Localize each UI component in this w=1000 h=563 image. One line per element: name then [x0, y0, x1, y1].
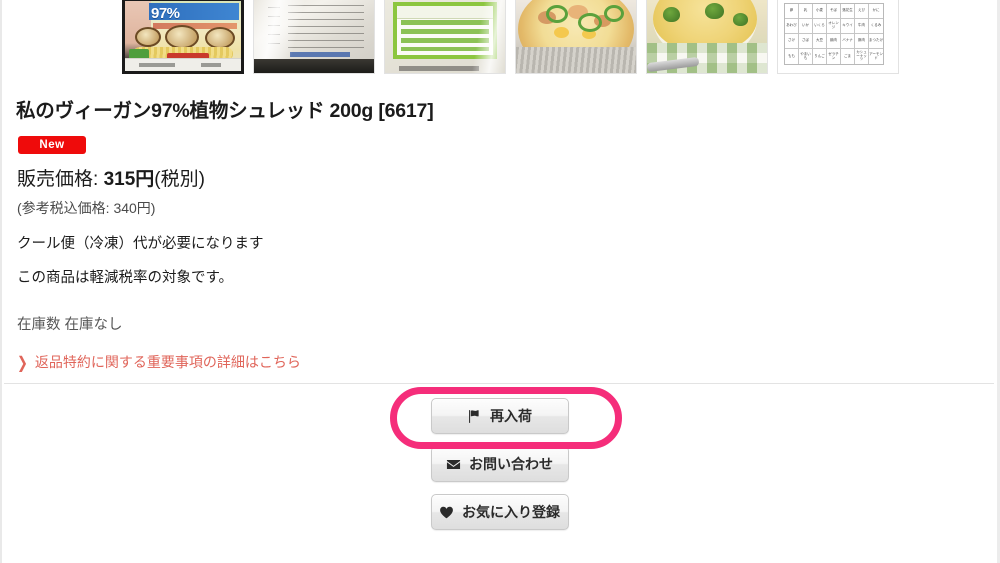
- allergen-cell: さば: [799, 34, 813, 48]
- allergen-cell: もも: [785, 49, 799, 64]
- allergen-cell: 乳: [799, 4, 813, 18]
- section-divider: [4, 383, 994, 384]
- restock-button[interactable]: 再入荷: [430, 398, 569, 434]
- allergen-row: さけ さば 大豆 鶏肉 バナナ 豚肉 まつたけ: [785, 34, 883, 49]
- thumb-package-front[interactable]: 97%: [122, 0, 244, 74]
- food-bowl-1: [135, 27, 161, 47]
- thumb-nutrition-table[interactable]: [384, 0, 506, 74]
- food-bowl-3: [205, 27, 235, 49]
- allergen-row: 卵 乳 小麦 そば 落花生 えび かに: [785, 4, 883, 19]
- status-badge-new: New: [18, 136, 86, 154]
- allergen-cell: いくら: [813, 19, 827, 33]
- broccoli: [705, 3, 724, 19]
- price-including-tax: (参考税込価格: 340円): [17, 200, 156, 216]
- allergen-cell: 小麦: [813, 4, 827, 18]
- allergen-cell: カシューナッツ: [855, 49, 869, 64]
- allergen-row: もも やまいも りんご ゼラチン ごま カシューナッツ アーモンド: [785, 49, 883, 64]
- label-dark-edge: [254, 59, 374, 73]
- broccoli: [663, 7, 680, 22]
- stock-value: 在庫なし: [64, 317, 123, 333]
- allergen-cell: かに: [872, 8, 880, 13]
- contact-button[interactable]: お問い合わせ: [430, 446, 569, 482]
- package-footer-strip: [125, 58, 241, 71]
- baking-foil: [516, 47, 636, 73]
- flag-icon: [467, 409, 482, 424]
- nutrition-table-photo: [385, 0, 505, 73]
- stock-status: 在庫数 在庫なし: [17, 313, 123, 334]
- broccoli: [733, 13, 748, 26]
- restock-button-label: 再入荷: [490, 408, 532, 424]
- thumb-pizza-dish[interactable]: [515, 0, 637, 74]
- allergen-cell: あわび: [785, 19, 799, 33]
- nutrition-header: [397, 6, 493, 19]
- allergen-cell: 大豆: [813, 34, 827, 48]
- allergen-cell: えび: [855, 4, 869, 18]
- allergen-cell: 鶏肉: [827, 34, 841, 48]
- shipping-note: クール便（冷凍）代が必要になります: [17, 236, 264, 252]
- label-blue-line: [290, 52, 350, 57]
- allergen-cell: ゼラチン: [827, 49, 841, 64]
- allergen-cell: 落花生: [841, 4, 855, 18]
- thumb-allergen-table[interactable]: 卵 乳 小麦 そば 落花生 えび かに あわび いか いくら オレンジ キウイ: [777, 0, 899, 74]
- allergen-cell: ごま: [841, 49, 855, 64]
- product-image-thumbnails: 97% 卵 乳 小麦 そば 落花生 えび かに あわび いか いくら オレンジ …: [122, 0, 899, 74]
- price-label: 販売価格:: [17, 169, 99, 190]
- package-97-text: 97%: [151, 5, 180, 22]
- return-policy-link[interactable]: ❯ 返品特約に関する重要事項の詳細はこちら: [17, 352, 301, 372]
- allergen-cell: りんご: [813, 49, 827, 64]
- chevron-right-icon: ❯: [17, 352, 28, 372]
- pizza-pepper-ring: [604, 5, 624, 22]
- thumb-package-back-label[interactable]: [253, 0, 375, 74]
- pizza-photo: [516, 0, 636, 73]
- allergen-cell: そば: [827, 4, 841, 18]
- pizza-pepper-ring: [546, 5, 568, 23]
- allergen-cell: バナナ: [841, 34, 855, 48]
- allergen-cell: 牛肉: [855, 19, 869, 33]
- product-detail-page: 97% 卵 乳 小麦 そば 落花生 えび かに あわび いか いくら オレンジ …: [0, 0, 1000, 563]
- pizza-pepper-ring: [578, 13, 602, 32]
- stock-label: 在庫数: [17, 317, 61, 333]
- price-tax-note: (税別): [154, 169, 205, 190]
- envelope-icon: [446, 457, 461, 472]
- return-policy-link-label: 返品特約に関する重要事項の詳細はこちら: [34, 354, 301, 370]
- allergen-cell: 豚肉: [855, 34, 869, 48]
- favorite-button-label: お気に入り登録: [462, 504, 560, 520]
- allergen-cell: キウイ: [841, 19, 855, 33]
- allergen-cell: くるみ: [870, 23, 882, 28]
- allergen-row: あわび いか いくら オレンジ キウイ 牛肉 くるみ: [785, 19, 883, 34]
- page-title: 私のヴィーガン97%植物シュレッド 200g [6617]: [16, 100, 434, 122]
- allergen-cell: やまいも: [799, 49, 813, 64]
- package-back-photo: [254, 0, 374, 73]
- allergen-cell: オレンジ: [827, 19, 841, 33]
- allergen-table: 卵 乳 小麦 そば 落花生 えび かに あわび いか いくら オレンジ キウイ: [784, 3, 884, 65]
- allergen-table-photo: 卵 乳 小麦 そば 落花生 えび かに あわび いか いくら オレンジ キウイ: [778, 0, 898, 73]
- contact-button-label: お問い合わせ: [469, 456, 553, 472]
- gratin-photo: [647, 0, 767, 73]
- allergen-cell: さけ: [785, 34, 799, 48]
- price-row: 販売価格: 315円(税別): [17, 164, 205, 191]
- allergen-cell: アーモンド: [869, 51, 883, 60]
- thumb-gratin-dish[interactable]: [646, 0, 768, 74]
- allergen-cell: いか: [799, 19, 813, 33]
- allergen-cell: まつたけ: [869, 38, 883, 43]
- food-bowl-2: [165, 25, 199, 49]
- allergen-cell: 卵: [785, 4, 799, 18]
- heart-icon: [439, 505, 454, 520]
- favorite-button[interactable]: お気に入り登録: [430, 494, 569, 530]
- nutrition-caption: [399, 66, 479, 71]
- price-amount: 315円: [103, 169, 155, 190]
- pizza-corn: [554, 27, 569, 38]
- action-button-group: 再入荷 お問い合わせ お気に入り登録: [2, 398, 997, 530]
- tax-rate-note: この商品は軽減税率の対象です。: [17, 270, 234, 286]
- package-front-photo: 97%: [125, 1, 241, 71]
